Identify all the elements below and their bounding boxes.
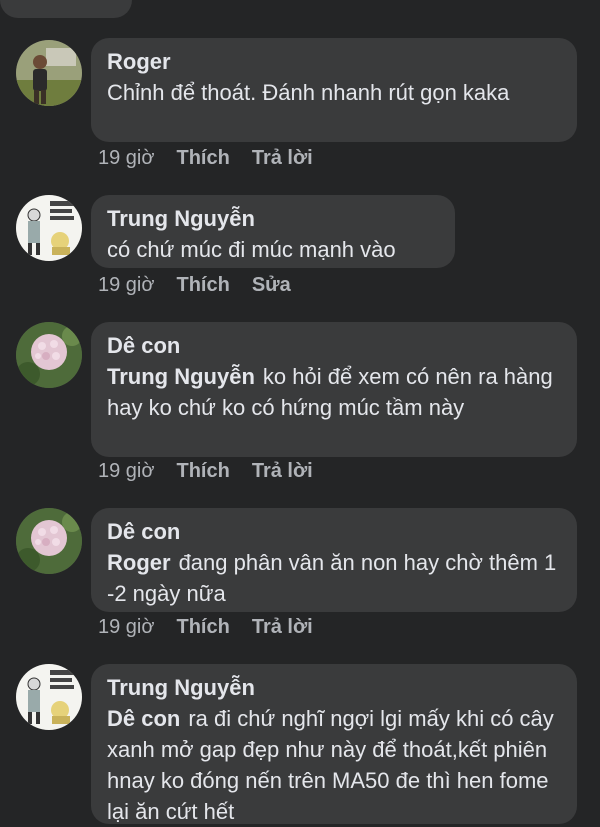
avatar[interactable] <box>16 664 82 730</box>
comment-bubble: Trung Nguyễn có chứ múc đi múc mạnh vào <box>91 195 455 268</box>
avatar[interactable] <box>16 508 82 574</box>
comment-author[interactable]: Dê con <box>107 517 561 547</box>
like-button[interactable]: Thích <box>176 615 229 639</box>
avatar[interactable] <box>16 195 82 261</box>
avatar[interactable] <box>16 322 82 388</box>
mention-link[interactable]: Roger <box>107 550 171 575</box>
comment-actions: 19 giờ Thích Trả lời <box>98 459 335 483</box>
cartoon-meme-avatar <box>16 664 82 730</box>
comment-bubble: Dê con Trung Nguyễn ko hỏi để xem có nên … <box>91 322 577 457</box>
mention-link[interactable]: Dê con <box>107 706 180 731</box>
comment-bubble: Dê con Roger đang phân vân ăn non hay chờ… <box>91 508 577 612</box>
like-button[interactable]: Thích <box>176 146 229 170</box>
reply-button[interactable]: Trả lời <box>252 459 313 483</box>
comment-author[interactable]: Trung Nguyễn <box>107 673 561 703</box>
hydrangea-flower-avatar <box>16 322 82 388</box>
comment-text: có chứ múc đi múc mạnh vào <box>107 237 396 262</box>
comment-author[interactable]: Roger <box>107 47 561 77</box>
comment-time[interactable]: 19 giờ <box>98 146 154 170</box>
man-in-field-avatar <box>16 40 82 106</box>
comment-bubble: Roger Chỉnh để thoát. Đánh nhanh rút gọn… <box>91 38 577 142</box>
comment-message: đang phân vân ăn non hay chờ thêm 1 -2 n… <box>107 550 557 606</box>
reply-button[interactable]: Trả lời <box>252 146 313 170</box>
comment-text: Dê con ra đi chứ nghĩ ngợi lgi mấy khi có… <box>107 703 567 827</box>
reply-button[interactable]: Trả lời <box>252 615 313 639</box>
comment-bubble: Trung Nguyễn Dê con ra đi chứ nghĩ ngợi l… <box>91 664 577 824</box>
comment-time[interactable]: 19 giờ <box>98 273 154 297</box>
comment-time[interactable]: 19 giờ <box>98 615 154 639</box>
hydrangea-flower-avatar <box>16 508 82 574</box>
comment-time[interactable]: 19 giờ <box>98 459 154 483</box>
cartoon-meme-avatar <box>16 195 82 261</box>
comment-author[interactable]: Dê con <box>107 331 561 361</box>
comment-author[interactable]: Trung Nguyễn <box>107 204 439 234</box>
comment-actions: 19 giờ Thích Sửa <box>98 273 313 297</box>
like-button[interactable]: Thích <box>176 459 229 483</box>
comment-text: Chỉnh để thoát. Đánh nhanh rút gọn kaka <box>107 80 510 105</box>
comment-actions: 19 giờ Thích Trả lời <box>98 615 335 639</box>
mention-link[interactable]: Trung Nguyễn <box>107 364 255 389</box>
comment-text: Trung Nguyễn ko hỏi để xem có nên ra hàng… <box>107 361 567 423</box>
avatar[interactable] <box>16 40 82 106</box>
comment-text: Roger đang phân vân ăn non hay chờ thêm 1… <box>107 547 567 609</box>
comment-actions: 19 giờ Thích Trả lời <box>98 146 335 170</box>
like-button[interactable]: Thích <box>176 273 229 297</box>
edit-button[interactable]: Sửa <box>252 273 291 297</box>
previous-comment-bubble <box>0 0 132 18</box>
